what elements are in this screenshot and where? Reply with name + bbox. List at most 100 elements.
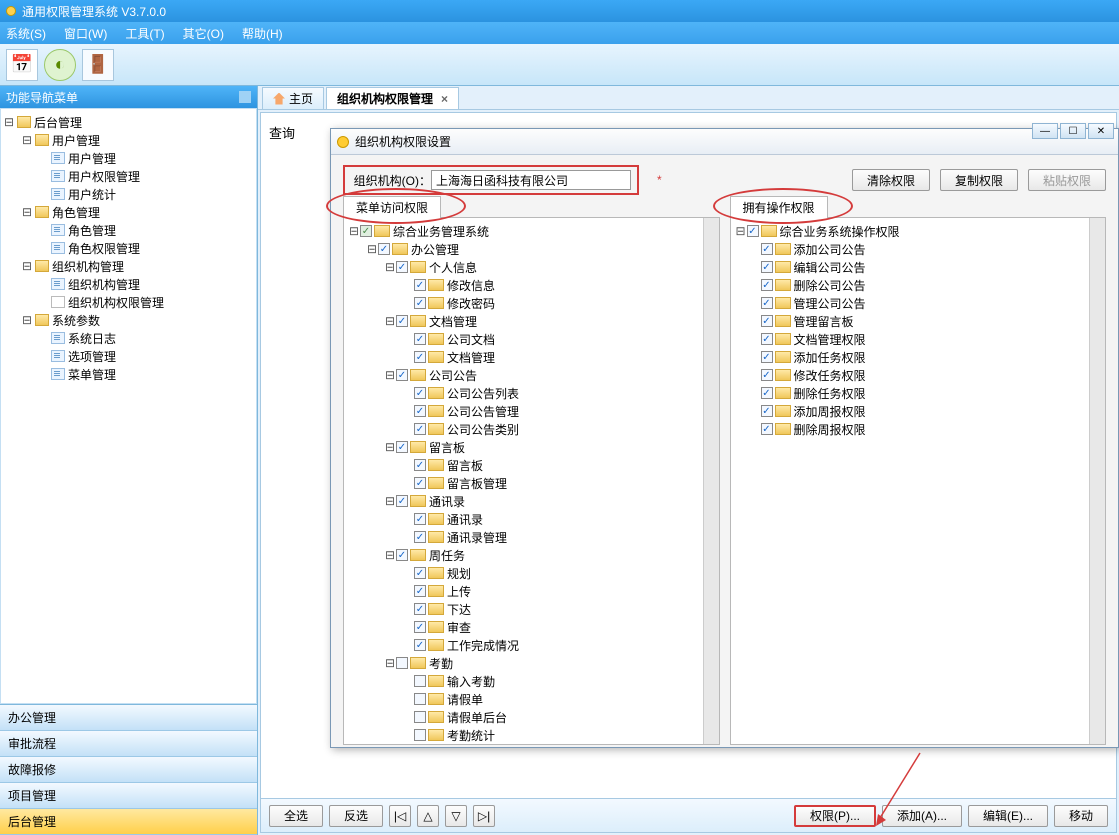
clear-perm-button[interactable]: 清除权限 (852, 169, 930, 191)
perm-node[interactable]: ⊟周任务 (346, 546, 717, 564)
perm-node[interactable]: 添加公司公告 (733, 240, 1104, 258)
perm-node[interactable]: ⊟文档管理 (346, 312, 717, 330)
op-perm-tree[interactable]: ⊟综合业务系统操作权限添加公司公告编辑公司公告删除公司公告管理公司公告管理留言板… (731, 218, 1106, 744)
perm-node[interactable]: 管理公司公告 (733, 294, 1104, 312)
nav-item[interactable]: 用户权限管理 (3, 167, 254, 185)
scrollbar[interactable] (1089, 218, 1105, 744)
nav-prev-button[interactable]: △ (417, 805, 439, 827)
scrollbar[interactable] (703, 218, 719, 744)
invert-button[interactable]: 反选 (329, 805, 383, 827)
nav-item[interactable]: 选项管理 (3, 347, 254, 365)
menu-tools[interactable]: 工具(T) (125, 25, 164, 42)
sidebar: 功能导航菜单 ⊟后台管理⊟用户管理用户管理用户权限管理用户统计⊟角色管理角色管理… (0, 86, 258, 835)
nav-item[interactable]: 组织机构权限管理 (3, 293, 254, 311)
close-button[interactable]: ✕ (1088, 123, 1114, 139)
perm-node[interactable]: 管理留言板 (733, 312, 1104, 330)
perm-node[interactable]: ⊟考勤 (346, 654, 717, 672)
toolbar-clock-icon[interactable]: ◐ (44, 49, 76, 81)
accordion-item[interactable]: 后台管理 (0, 809, 257, 835)
select-all-button[interactable]: 全选 (269, 805, 323, 827)
tab-current[interactable]: 组织机构权限管理× (326, 87, 459, 109)
minimize-button[interactable]: — (1032, 123, 1058, 139)
accordion-item[interactable]: 办公管理 (0, 705, 257, 731)
perm-node[interactable]: 通讯录 (346, 510, 717, 528)
nav-item[interactable]: 用户管理 (3, 149, 254, 167)
perm-node[interactable]: 修改密码 (346, 294, 717, 312)
nav-item[interactable]: 组织机构管理 (3, 275, 254, 293)
perm-node[interactable]: 留言板管理 (346, 474, 717, 492)
perm-node[interactable]: 删除周报权限 (733, 420, 1104, 438)
move-button[interactable]: 移动 (1054, 805, 1108, 827)
op-perm-tab[interactable]: 拥有操作权限 (730, 196, 828, 218)
nav-item[interactable]: 系统日志 (3, 329, 254, 347)
perm-node[interactable]: 公司公告类别 (346, 420, 717, 438)
perm-node[interactable]: 修改任务权限 (733, 366, 1104, 384)
close-icon[interactable]: × (441, 92, 448, 106)
perm-node[interactable]: 文档管理权限 (733, 330, 1104, 348)
add-button[interactable]: 添加(A)... (882, 805, 962, 827)
perm-node[interactable]: ⊟办公管理 (346, 240, 717, 258)
accordion-item[interactable]: 审批流程 (0, 731, 257, 757)
permission-button[interactable]: 权限(P)... (794, 805, 876, 827)
perm-node[interactable]: 下达 (346, 600, 717, 618)
toolbar-calendar-icon[interactable]: 📅 (6, 49, 38, 81)
nav-tree[interactable]: ⊟后台管理⊟用户管理用户管理用户权限管理用户统计⊟角色管理角色管理角色权限管理⊟… (0, 108, 257, 704)
perm-node[interactable]: ⊟公司公告 (346, 366, 717, 384)
perm-node[interactable]: 请假单 (346, 690, 717, 708)
perm-node[interactable]: 添加周报权限 (733, 402, 1104, 420)
perm-node[interactable]: 工作完成情况 (346, 636, 717, 654)
nav-first-button[interactable]: |◁ (389, 805, 411, 827)
perm-node[interactable]: 上传 (346, 582, 717, 600)
menu-other[interactable]: 其它(O) (183, 25, 224, 42)
edit-button[interactable]: 编辑(E)... (968, 805, 1048, 827)
perm-node[interactable]: 删除公司公告 (733, 276, 1104, 294)
nav-item[interactable]: 用户统计 (3, 185, 254, 203)
perm-node[interactable]: 文档管理 (346, 348, 717, 366)
nav-item[interactable]: 菜单管理 (3, 365, 254, 383)
nav-item[interactable]: 角色权限管理 (3, 239, 254, 257)
window-controls: — ☐ ✕ (1032, 123, 1114, 139)
required-mark: * (657, 173, 662, 187)
perm-node[interactable]: 考勤统计 (346, 726, 717, 744)
perm-node[interactable]: ⊟通讯录 (346, 492, 717, 510)
maximize-button[interactable]: ☐ (1060, 123, 1086, 139)
nav-item[interactable]: 角色管理 (3, 221, 254, 239)
paste-perm-button[interactable]: 粘贴权限 (1028, 169, 1106, 191)
perm-node[interactable]: 请假单后台 (346, 708, 717, 726)
copy-perm-button[interactable]: 复制权限 (940, 169, 1018, 191)
accordion: 办公管理审批流程故障报修项目管理后台管理 (0, 704, 257, 835)
nav-last-button[interactable]: ▷| (473, 805, 495, 827)
sidebar-title: 功能导航菜单 (0, 86, 257, 108)
perm-node[interactable]: 审查 (346, 618, 717, 636)
perm-node[interactable]: 添加任务权限 (733, 348, 1104, 366)
op-perm-panel: 拥有操作权限 ⊟综合业务系统操作权限添加公司公告编辑公司公告删除公司公告管理公司… (730, 217, 1107, 745)
tabs: 主页 组织机构权限管理× (258, 86, 1119, 110)
perm-node[interactable]: 公司公告列表 (346, 384, 717, 402)
nav-next-button[interactable]: ▽ (445, 805, 467, 827)
perm-node[interactable]: 规划 (346, 564, 717, 582)
menu-help[interactable]: 帮助(H) (242, 25, 283, 42)
menu-perm-tree[interactable]: ⊟综合业务管理系统⊟办公管理⊟个人信息修改信息修改密码⊟文档管理公司文档文档管理… (344, 218, 719, 744)
perm-node[interactable]: 通讯录管理 (346, 528, 717, 546)
perm-node[interactable]: 公司文档 (346, 330, 717, 348)
perm-node[interactable]: 修改信息 (346, 276, 717, 294)
perm-node[interactable]: ⊟留言板 (346, 438, 717, 456)
pin-icon[interactable] (239, 91, 251, 103)
perm-node[interactable]: 编辑公司公告 (733, 258, 1104, 276)
perm-node[interactable]: 留言板 (346, 456, 717, 474)
tab-home[interactable]: 主页 (262, 87, 324, 109)
menu-window[interactable]: 窗口(W) (64, 25, 107, 42)
accordion-item[interactable]: 故障报修 (0, 757, 257, 783)
permission-dialog: — ☐ ✕ 组织机构权限设置 组织机构(O)： * 清除权限 复制权限 粘贴权限… (330, 128, 1119, 748)
perm-node[interactable]: ⊟个人信息 (346, 258, 717, 276)
perm-node[interactable]: 公司公告管理 (346, 402, 717, 420)
menu-system[interactable]: 系统(S) (6, 25, 46, 42)
toolbar-exit-icon[interactable]: 🚪 (82, 49, 114, 81)
accordion-item[interactable]: 项目管理 (0, 783, 257, 809)
menu-perm-tab[interactable]: 菜单访问权限 (343, 196, 441, 218)
perm-node[interactable]: 删除任务权限 (733, 384, 1104, 402)
app-icon (6, 6, 16, 16)
perm-node[interactable]: 输入考勤 (346, 672, 717, 690)
org-input[interactable] (431, 170, 631, 190)
titlebar: 通用权限管理系统 V3.7.0.0 (0, 0, 1119, 22)
